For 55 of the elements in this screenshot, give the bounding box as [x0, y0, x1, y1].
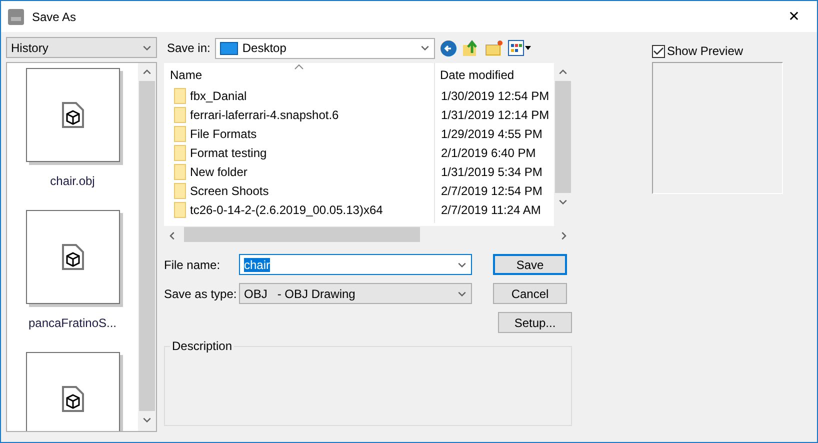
- file-name-label: File name:: [164, 258, 222, 272]
- cancel-button[interactable]: Cancel: [493, 283, 567, 304]
- scroll-up-icon[interactable]: [558, 67, 568, 77]
- dropdown-caret-icon[interactable]: [420, 43, 430, 53]
- 3d-file-icon: [62, 386, 84, 412]
- file-name[interactable]: tc26-0-14-2-(2.6.2019_00.05.13)x64: [190, 202, 383, 216]
- description-label: Description: [171, 339, 234, 353]
- date-modified: 1/29/2019 4:55 PM: [440, 126, 544, 140]
- save-as-type-dropdown[interactable]: OBJ - OBJ Drawing: [239, 283, 472, 304]
- folder-icon: [174, 144, 186, 160]
- setup-button[interactable]: Setup...: [498, 312, 572, 333]
- file-name-field[interactable]: chair: [239, 254, 472, 275]
- new-folder-icon[interactable]: [485, 40, 504, 56]
- file-label: pancaFratinoS...: [28, 316, 117, 330]
- date-modified: 1/30/2019 12:54 PM: [440, 88, 550, 102]
- file-label: chair.obj: [50, 174, 95, 188]
- 3d-file-icon: [62, 244, 84, 270]
- date-modified: 2/7/2019 12:54 PM: [440, 184, 544, 198]
- view-menu-icon[interactable]: [508, 40, 532, 56]
- file-name[interactable]: ferrari-laferrari-4.snapshot.6: [190, 108, 339, 122]
- save-button[interactable]: Save: [493, 254, 567, 275]
- scroll-down-icon[interactable]: [558, 197, 568, 207]
- folder-icon: [174, 88, 186, 104]
- folder-icon: [174, 182, 186, 198]
- folder-icon: [174, 106, 186, 122]
- date-modified: 2/1/2019 6:40 PM: [440, 146, 537, 160]
- save-in-label: Save in:: [167, 41, 210, 55]
- save-as-type-label: Save as type:: [164, 286, 238, 300]
- file-name[interactable]: fbx_Danial: [190, 88, 247, 102]
- close-button[interactable]: ✕: [771, 1, 817, 32]
- date-modified: 1/31/2019 5:34 PM: [440, 164, 544, 178]
- column-header[interactable]: Name: [164, 68, 434, 86]
- save-in-dropdown[interactable]: Desktop: [215, 38, 436, 58]
- app-icon: [8, 8, 24, 24]
- folder-icon: [174, 202, 186, 218]
- window-title: Save As: [32, 10, 78, 24]
- scroll-up-icon[interactable]: [142, 67, 152, 77]
- check-icon: [653, 46, 664, 56]
- desktop-icon: [220, 42, 238, 54]
- date-modified: 1/31/2019 12:14 PM: [440, 108, 550, 122]
- date-modified: 2/7/2019 11:24 AM: [440, 202, 542, 216]
- file-name[interactable]: File Formats: [190, 126, 257, 140]
- history-dropdown[interactable]: History: [6, 37, 157, 58]
- folder-icon: [174, 126, 186, 142]
- scroll-down-icon[interactable]: [142, 415, 152, 425]
- show-preview-checkbox[interactable]: Show Preview: [652, 44, 783, 58]
- folder-icon: [174, 164, 186, 180]
- column-header[interactable]: Date modified: [434, 68, 554, 86]
- file-name[interactable]: Screen Shoots: [190, 184, 269, 198]
- 3d-file-icon: [62, 102, 84, 128]
- file-name[interactable]: New folder: [190, 164, 248, 178]
- back-icon[interactable]: [440, 40, 458, 56]
- scrollbar[interactable]: [138, 63, 156, 431]
- file-name[interactable]: Format testing: [190, 146, 267, 160]
- checkbox[interactable]: [652, 44, 665, 58]
